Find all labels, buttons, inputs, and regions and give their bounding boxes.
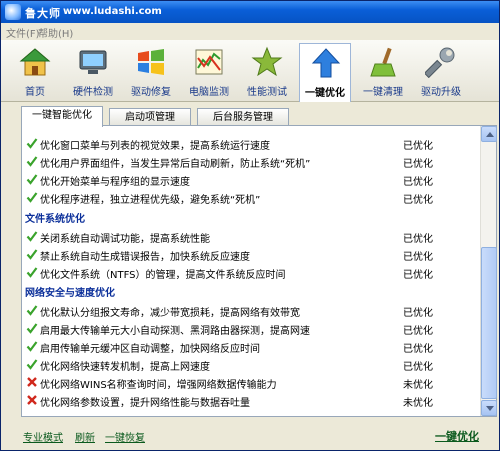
chevron-up-icon <box>486 132 494 137</box>
optimization-panel: 文件系统优化 网络安全与速度优化 优化窗口菜单与列表的视觉效果，提高系统运行速度… <box>21 125 497 417</box>
item-description: 优化程序进程，独立进程优先级，避免系统“死机” <box>40 195 261 206</box>
vertical-scrollbar[interactable] <box>480 126 497 416</box>
list-item: 启用最大传输单元大小自动探测、黑洞路由器探测，提高网速 已优化 <box>22 319 480 337</box>
checkmark-icon <box>26 305 38 316</box>
cross-icon <box>27 377 37 387</box>
main-toolbar: 首页 硬件检测 驱动修复 电脑监测 性能测试 一键优化 一键清理 驱动升级 <box>1 40 499 102</box>
item-status: 未优化 <box>403 380 433 391</box>
star-icon <box>251 46 283 77</box>
item-description: 启用传输单元缓冲区自动调整，加快网络反应时间 <box>40 344 260 355</box>
list-item: 优化窗口菜单与列表的视觉效果，提高系统运行速度 已优化 <box>22 134 480 152</box>
window-url: www.ludashi.com <box>63 6 162 17</box>
menu-help[interactable]: 帮助(H) <box>38 25 73 40</box>
item-status: 已优化 <box>403 159 433 170</box>
broom-icon <box>370 47 396 77</box>
item-status: 未优化 <box>403 398 433 409</box>
pro-mode-link[interactable]: 专业模式 <box>23 429 63 444</box>
checkmark-icon <box>26 138 38 149</box>
list-item: 优化开始菜单与程序组的显示速度 已优化 <box>22 170 480 188</box>
checkmark-icon <box>26 359 38 370</box>
checkmark-icon <box>26 174 38 185</box>
item-description: 优化用户界面组件，当发生异常后自动刷新，防止系统“死机” <box>40 159 311 170</box>
scroll-thumb[interactable] <box>481 247 497 399</box>
checkmark-icon <box>26 231 38 242</box>
tab-smart-optimize[interactable]: 一键智能优化 <box>21 106 103 127</box>
section-title: 网络安全与速度优化 <box>25 288 115 299</box>
footer-bar: 专业模式 刷新 一键恢复 一键优化 <box>1 421 499 449</box>
home-icon <box>19 48 51 76</box>
list-item: 禁止系统自动生成错误报告，加快系统反应速度 已优化 <box>22 245 480 263</box>
item-status: 已优化 <box>403 344 433 355</box>
list-item: 优化网络WINS名称查询时间，增强网络数据传输能力 未优化 <box>22 373 480 391</box>
list-item: 优化网络参数设置，提升网络性能与数据吞吐量 未优化 <box>22 391 480 409</box>
monitor-chart-icon <box>195 49 223 75</box>
list-item: 关闭系统自动调试功能，提高系统性能 已优化 <box>22 227 480 245</box>
item-description: 优化开始菜单与程序组的显示速度 <box>40 177 190 188</box>
item-status: 已优化 <box>403 326 433 337</box>
up-arrow-icon <box>311 48 341 78</box>
checkmark-icon <box>26 249 38 260</box>
item-description: 禁止系统自动生成错误报告，加快系统反应速度 <box>40 252 250 263</box>
item-status: 已优化 <box>403 270 433 281</box>
checkmark-icon <box>26 192 38 203</box>
cross-icon <box>27 395 37 405</box>
menu-file[interactable]: 文件(F) <box>6 25 40 40</box>
item-description: 关闭系统自动调试功能，提高系统性能 <box>40 234 210 245</box>
item-description: 优化网络参数设置，提升网络性能与数据吞吐量 <box>40 398 250 409</box>
refresh-link[interactable]: 刷新 <box>75 429 95 444</box>
windows-icon <box>138 49 164 75</box>
item-description: 优化网络快速转发机制，提高上网速度 <box>40 362 210 373</box>
toolbar-cleanup-button[interactable]: 一键清理 <box>357 43 409 99</box>
list-item: 优化文件系统（NTFS）的管理，提高文件系统反应时间 已优化 <box>22 263 480 281</box>
list-item: 优化用户界面组件，当发生异常后自动刷新，防止系统“死机” 已优化 <box>22 152 480 170</box>
scroll-down-button[interactable] <box>481 400 497 416</box>
optimize-now-link[interactable]: 一键优化 <box>435 428 479 444</box>
toolbar-optimize-button[interactable]: 一键优化 <box>299 43 351 102</box>
toolbar-home-button[interactable]: 首页 <box>9 43 61 99</box>
section-title: 文件系统优化 <box>25 214 85 225</box>
item-status: 已优化 <box>403 195 433 206</box>
item-status: 已优化 <box>403 362 433 373</box>
toolbar-driver-update-button[interactable]: 驱动升级 <box>415 43 467 99</box>
toolbar-monitor-button[interactable]: 电脑监测 <box>183 43 235 99</box>
toolbar-benchmark-button[interactable]: 性能测试 <box>241 43 293 99</box>
checkmark-icon <box>26 323 38 334</box>
item-description: 优化默认分组报文寿命，减少带宽损耗，提高网络有效带宽 <box>40 308 300 319</box>
item-description: 优化文件系统（NTFS）的管理，提高文件系统反应时间 <box>40 270 286 281</box>
list-item: 优化默认分组报文寿命，减少带宽损耗，提高网络有效带宽 已优化 <box>22 301 480 319</box>
title-bar[interactable]: 鲁大师 www.ludashi.com <box>1 1 499 23</box>
restore-link[interactable]: 一键恢复 <box>105 429 145 444</box>
item-status: 已优化 <box>403 177 433 188</box>
list-item: 优化程序进程，独立进程优先级，避免系统“死机” 已优化 <box>22 188 480 206</box>
hardware-icon <box>79 50 107 74</box>
checkmark-icon <box>26 341 38 352</box>
tab-startup-manager[interactable]: 启动项管理 <box>109 108 191 126</box>
item-status: 已优化 <box>403 252 433 263</box>
toolbar-driver-repair-button[interactable]: 驱动修复 <box>125 43 177 99</box>
scroll-up-button[interactable] <box>481 126 497 142</box>
checkmark-icon <box>26 156 38 167</box>
item-description: 优化网络WINS名称查询时间，增强网络数据传输能力 <box>40 380 277 391</box>
app-logo-icon <box>5 4 21 20</box>
item-description: 优化窗口菜单与列表的视觉效果，提高系统运行速度 <box>40 141 270 152</box>
item-description: 启用最大传输单元大小自动探测、黑洞路由器探测，提高网速 <box>40 326 310 337</box>
list-item: 启用传输单元缓冲区自动调整，加快网络反应时间 已优化 <box>22 337 480 355</box>
list-item: 优化网络快速转发机制，提高上网速度 已优化 <box>22 355 480 373</box>
app-window: 鲁大师 www.ludashi.com 文件(F) 帮助(H) 首页 硬件检测 <box>0 0 500 451</box>
toolbar-hardware-button[interactable]: 硬件检测 <box>67 43 119 99</box>
item-status: 已优化 <box>403 308 433 319</box>
optimization-list: 文件系统优化 网络安全与速度优化 优化窗口菜单与列表的视觉效果，提高系统运行速度… <box>22 126 480 416</box>
menu-bar: 文件(F) 帮助(H) <box>1 23 499 40</box>
tab-service-manager[interactable]: 后台服务管理 <box>197 108 289 126</box>
item-status: 已优化 <box>403 234 433 245</box>
wrench-icon <box>425 47 455 78</box>
checkmark-icon <box>26 267 38 278</box>
item-status: 已优化 <box>403 141 433 152</box>
window-title: 鲁大师 <box>25 7 61 20</box>
chevron-down-icon <box>486 406 494 411</box>
